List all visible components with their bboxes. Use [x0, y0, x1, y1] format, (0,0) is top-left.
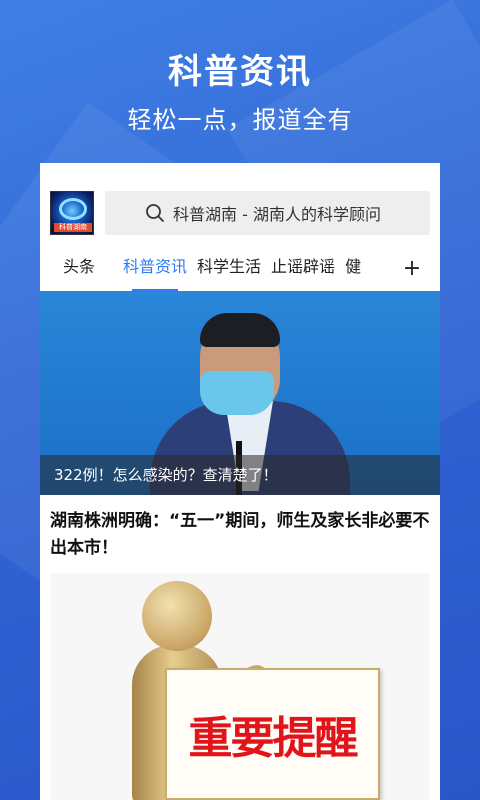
logo-swirl-icon [59, 198, 87, 220]
person-hair [200, 313, 280, 347]
search-icon [146, 204, 164, 222]
notice-board: 重要提醒 [165, 668, 380, 800]
article-image[interactable]: 重要提醒 [50, 573, 430, 800]
tab-health[interactable]: 健 [340, 243, 366, 291]
face-mask [200, 371, 274, 415]
app-header: 科普湖南 科普湖南 - 湖南人的科学顾问 [40, 163, 440, 239]
figure-head [142, 581, 212, 651]
featured-article-image[interactable]: 322例！怎么感染的？查清楚了！ [40, 291, 440, 495]
article-title[interactable]: 湖南株洲明确：“五一”期间，师生及家长非必要不出本市！ [50, 508, 432, 562]
featured-caption: 322例！怎么感染的？查清楚了！ [54, 466, 278, 484]
app-screen: 科普湖南 科普湖南 - 湖南人的科学顾问 头条 科普资讯 科学生活 止谣辟谣 健… [40, 163, 440, 800]
tab-rumor-debunk[interactable]: 止谣辟谣 [266, 243, 340, 291]
tab-science-news[interactable]: 科普资讯 [118, 243, 192, 291]
tab-science-life[interactable]: 科学生活 [192, 243, 266, 291]
notice-text: 重要提醒 [188, 713, 359, 764]
category-tabs: 头条 科普资讯 科学生活 止谣辟谣 健 [40, 243, 440, 291]
promo-title: 科普资讯 [168, 52, 312, 92]
search-bar[interactable]: 科普湖南 - 湖南人的科学顾问 [105, 191, 430, 235]
search-placeholder: 科普湖南 - 湖南人的科学顾问 [173, 205, 381, 224]
add-tab-button[interactable]: + [384, 243, 440, 291]
promo-subtitle: 轻松一点，报道全有 [127, 106, 353, 134]
tab-headlines[interactable]: 头条 [58, 243, 100, 291]
logo-text: 科普湖南 [54, 223, 92, 232]
app-logo[interactable]: 科普湖南 [50, 191, 94, 235]
